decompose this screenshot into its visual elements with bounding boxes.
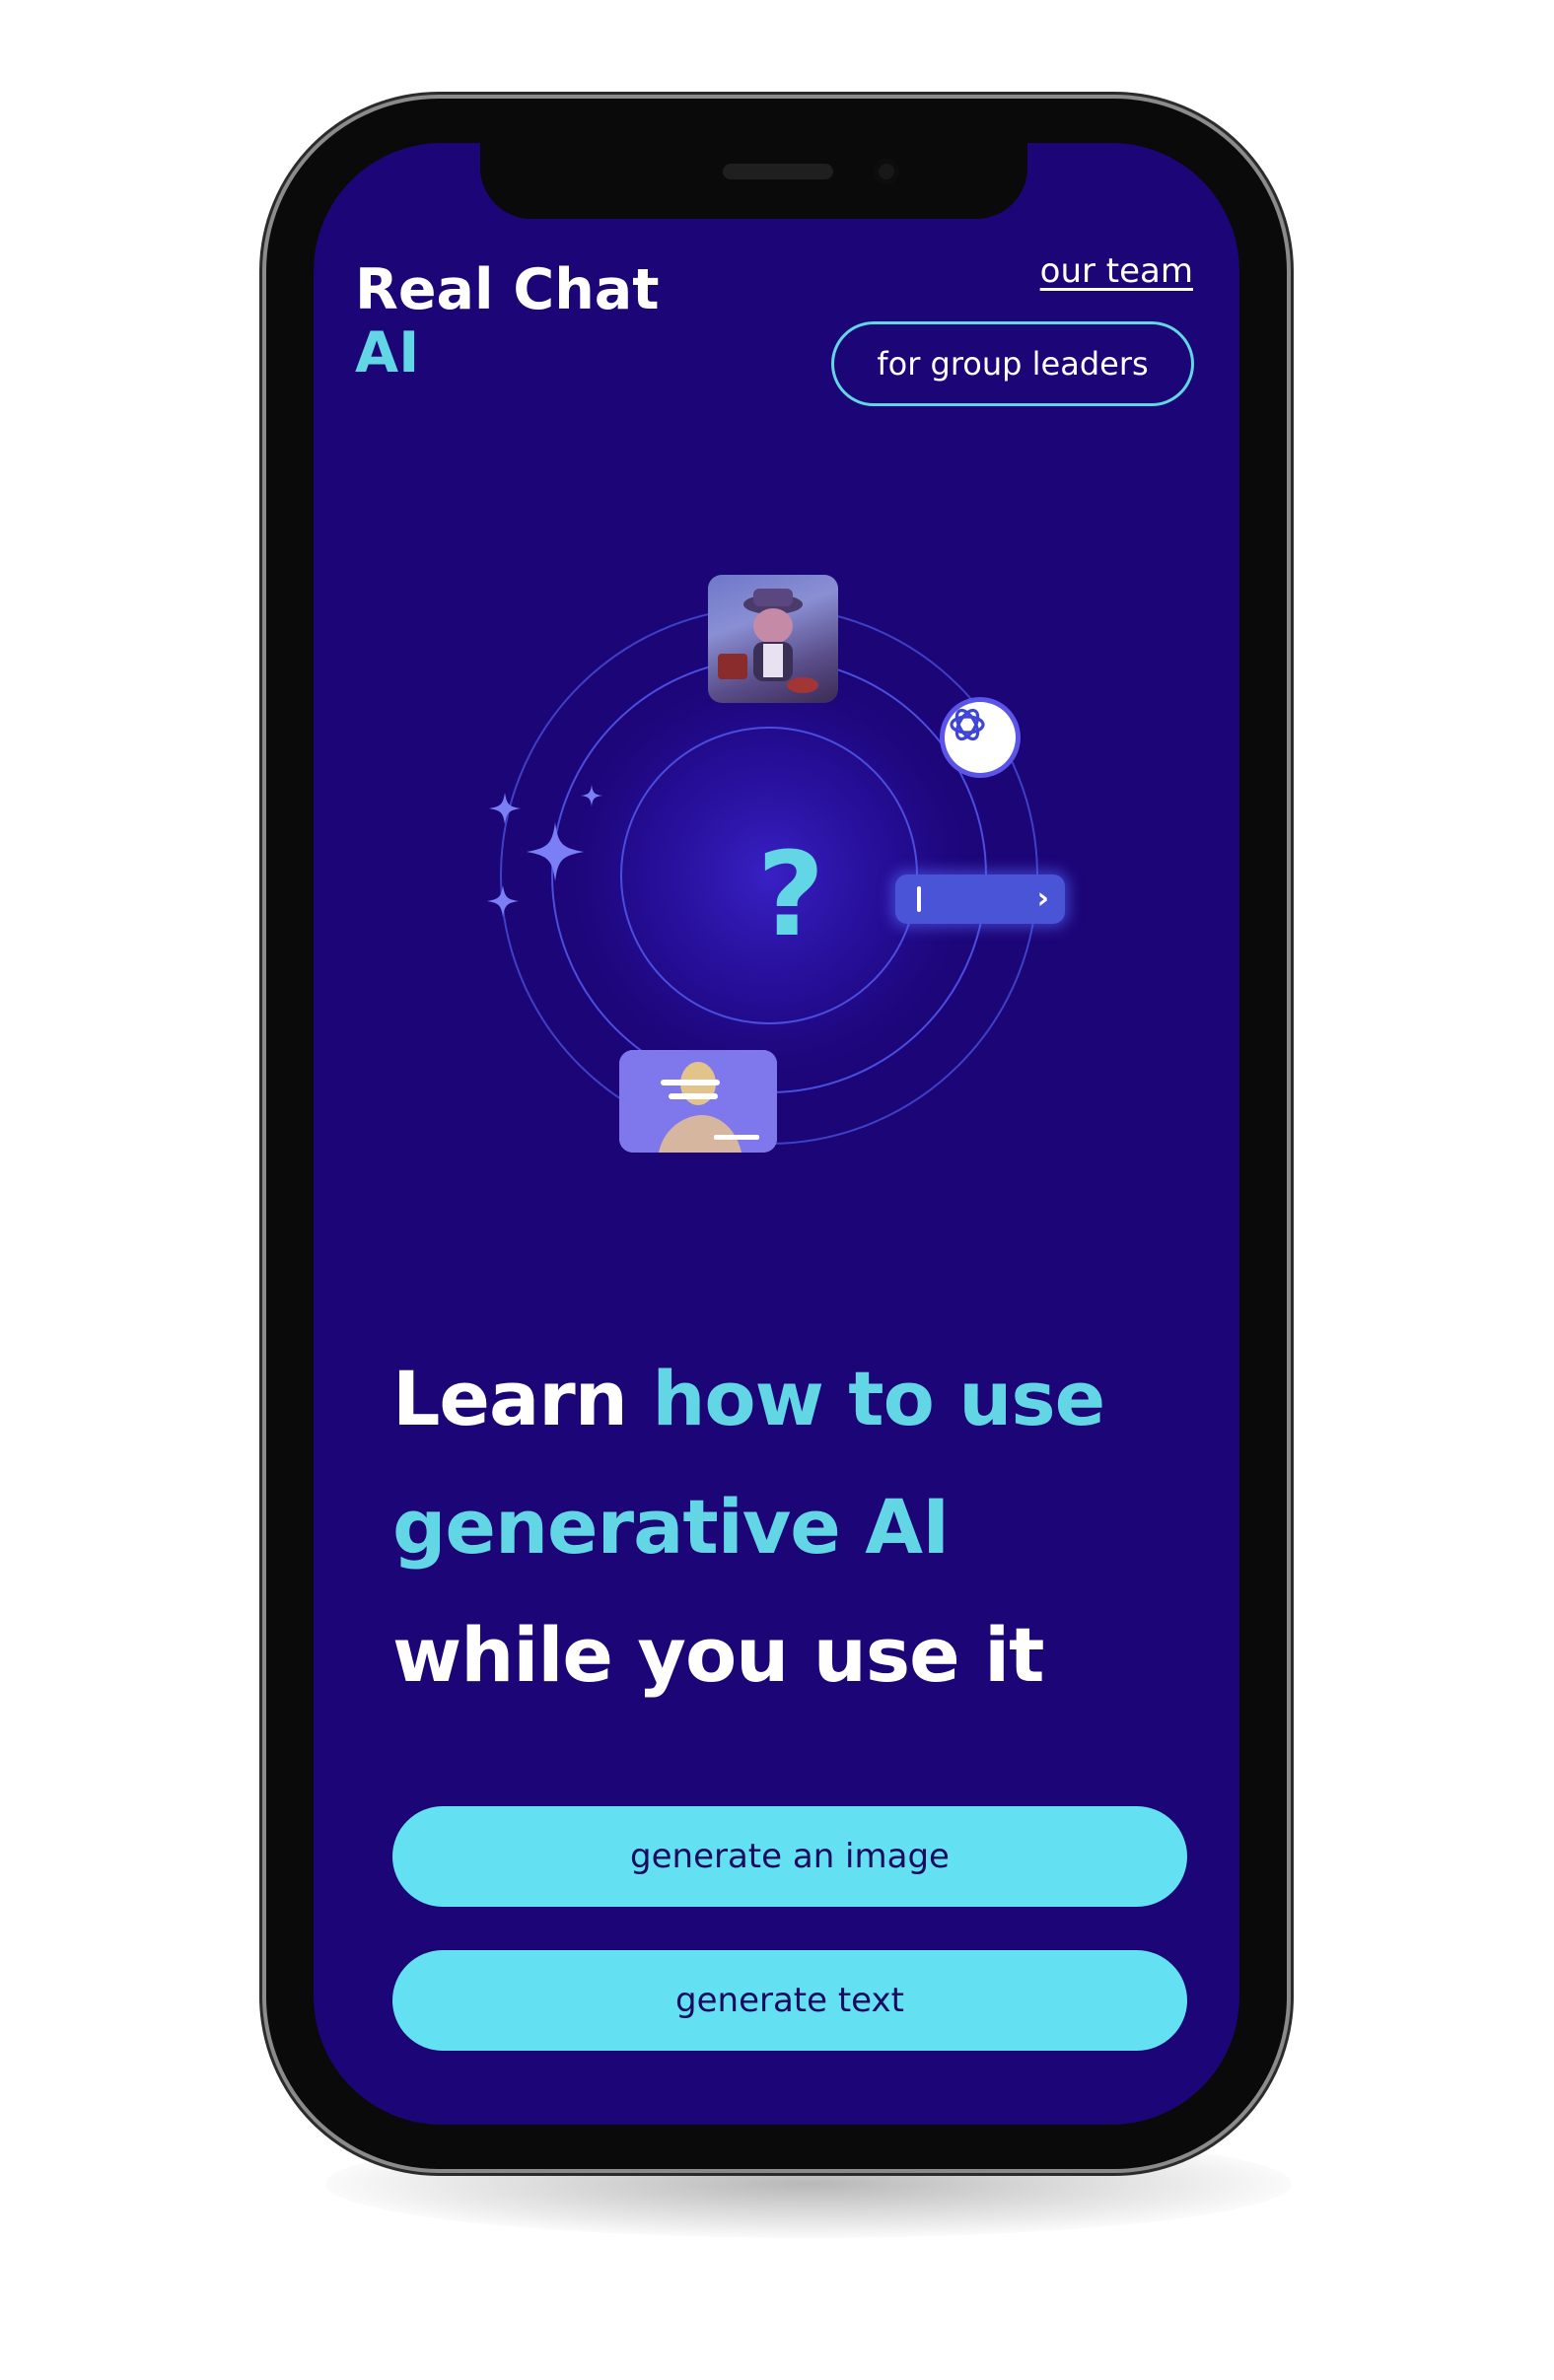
earpiece-speaker	[723, 164, 833, 179]
headline-highlight-2: generative AI	[392, 1483, 950, 1571]
hero-illustration: › ?	[454, 552, 1085, 1183]
ai-image-thumbnail	[708, 575, 838, 703]
headline-learn: Learn	[392, 1355, 653, 1442]
headline-highlight-1: how to use	[652, 1355, 1105, 1442]
openai-icon	[945, 702, 1016, 773]
headline-line-1: Learn how to use	[392, 1335, 1201, 1463]
front-camera	[874, 159, 899, 184]
hero-headline: Learn how to use generative AI while you…	[392, 1335, 1201, 1719]
prompt-input-graphic: ›	[895, 875, 1065, 924]
generate-text-button[interactable]: generate text	[392, 1950, 1187, 2051]
page-canvas: Real Chat AI our team for group leaders	[0, 0, 1554, 2380]
headline-line-3: while you use it	[392, 1611, 1044, 1699]
brand-accent: AI	[355, 320, 420, 385]
our-team-link[interactable]: our team	[1016, 251, 1193, 291]
text-cursor-icon	[917, 886, 921, 912]
group-leaders-button[interactable]: for group leaders	[831, 321, 1194, 406]
question-mark: ?	[756, 826, 825, 962]
brand-name: Real Chat	[355, 257, 660, 322]
brand-logo[interactable]: Real Chat AI	[355, 258, 660, 385]
generate-image-button[interactable]: generate an image	[392, 1806, 1187, 1907]
chevron-right-icon: ›	[1036, 881, 1049, 916]
ai-portrait-thumbnail	[619, 1050, 777, 1153]
